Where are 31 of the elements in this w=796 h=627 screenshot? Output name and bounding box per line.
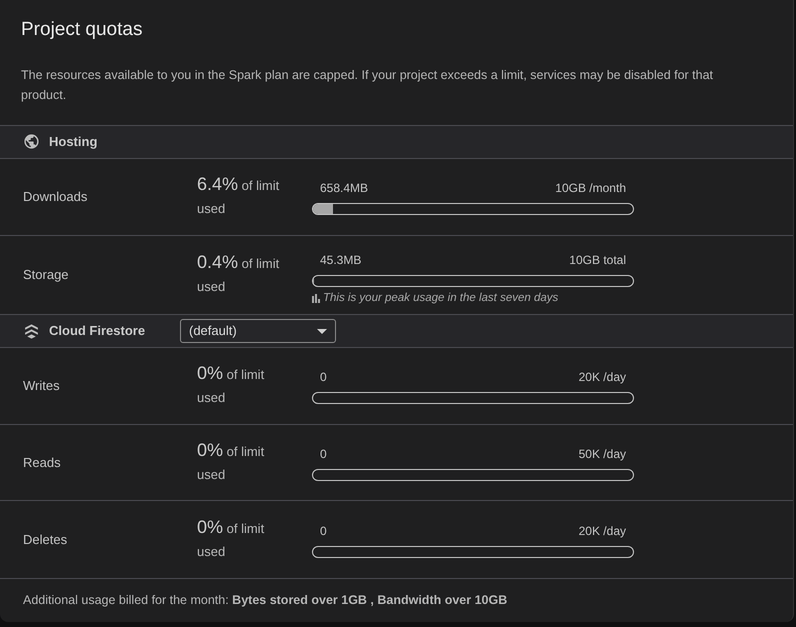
usage-text: 0% of limit used <box>197 516 266 562</box>
peak-usage-note: This is your peak usage in the last seven days <box>323 290 558 306</box>
layers-icon <box>23 322 40 340</box>
limit-amount: 10GB total <box>569 252 626 269</box>
database-dropdown[interactable]: (default) <box>180 319 336 344</box>
quota-label: Reads <box>23 454 62 472</box>
used-amount: 0 <box>320 522 327 540</box>
usage-text: 0.4% of limit used <box>197 251 280 296</box>
quota-label: Storage <box>23 266 70 284</box>
billing-note: Additional usage billed for the month: Bytes stored over 1GB , Bandwidth over 10GB <box>23 592 508 610</box>
limit-amount: 20K /day <box>578 522 626 540</box>
limit-amount: 10GB /month <box>555 180 626 197</box>
quota-label: Deletes <box>23 531 68 550</box>
usage-text: 6.4% of limit used <box>197 173 280 218</box>
used-amount: 658.4MB <box>320 180 368 197</box>
section-title: Hosting <box>49 133 98 152</box>
bar-chart-icon <box>312 294 321 303</box>
page-title: Project quotas <box>21 18 144 42</box>
limit-amount: 20K /day <box>578 368 626 386</box>
usage-text: 0% of limit used <box>197 362 266 408</box>
usage-text: 0% of limit used <box>197 439 266 484</box>
description: The resources available to you in the Spark plan are capped. If your project exceeds a limit, services may be disabled for that product. <box>21 67 714 104</box>
used-amount: 45.3MB <box>320 252 362 269</box>
caret-icon <box>317 328 327 334</box>
quota-label: Downloads <box>23 188 88 206</box>
limit-amount: 50K /day <box>578 446 626 463</box>
used-amount: 0 <box>320 368 327 386</box>
quota-label: Writes <box>23 377 61 396</box>
used-amount: 0 <box>320 446 327 463</box>
globe-icon <box>23 133 40 150</box>
section-title: Cloud Firestore <box>49 322 146 340</box>
